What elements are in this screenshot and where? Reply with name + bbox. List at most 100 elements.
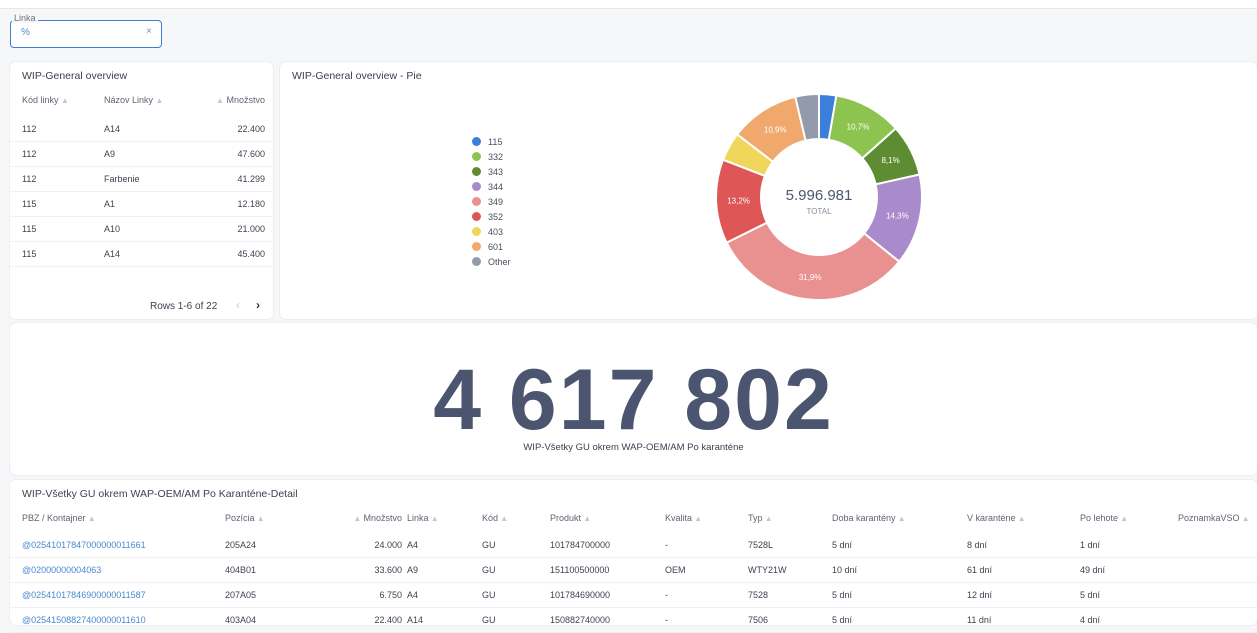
table-cell: 1 dní bbox=[1080, 540, 1101, 550]
overview-table-card: WIP-General overview Kód linky ▲ Názov L… bbox=[10, 62, 273, 319]
legend-dot bbox=[472, 197, 481, 206]
container-link[interactable]: @02541017847000000011661 bbox=[22, 540, 146, 550]
detail-column-header[interactable]: Kód ▲ bbox=[482, 513, 508, 523]
table-cell: A9 bbox=[104, 149, 116, 159]
legend-label: 343 bbox=[488, 166, 504, 177]
sort-icon: ▲ bbox=[61, 96, 69, 105]
legend-item[interactable]: 332 bbox=[472, 149, 511, 164]
sort-icon: ▲ bbox=[762, 514, 773, 523]
column-header-kod-linky[interactable]: Kód linky ▲ bbox=[22, 95, 69, 105]
legend-label: 349 bbox=[488, 196, 504, 207]
legend-label: 601 bbox=[488, 241, 504, 252]
detail-table-row[interactable]: @02541508827400000011610 403A04 22.400 A14 G… bbox=[10, 607, 1257, 633]
detail-column-header[interactable]: Pozícia ▲ bbox=[225, 513, 265, 523]
clear-icon[interactable]: × bbox=[146, 26, 152, 37]
container-link[interactable]: @02541508827400000011610 bbox=[22, 615, 146, 625]
legend-label: 352 bbox=[488, 211, 504, 222]
detail-table-row[interactable]: @02000000004063 404B01 33.600 A9 GU 151100500… bbox=[10, 557, 1257, 583]
container-link[interactable]: @02000000004063 bbox=[22, 565, 101, 575]
sort-icon: ▲ bbox=[581, 514, 592, 523]
detail-column-header[interactable]: PBZ / Kontajner ▲ bbox=[22, 513, 96, 523]
table-cell: 12 dní bbox=[967, 590, 993, 600]
table-cell: - bbox=[665, 615, 668, 625]
slice-label: 8,1% bbox=[881, 156, 899, 165]
table-cell: 205A24 bbox=[225, 540, 257, 550]
legend-item[interactable]: 352 bbox=[472, 209, 511, 224]
table-row[interactable]: 115 A1 12.180 bbox=[10, 191, 273, 217]
legend-dot bbox=[472, 182, 481, 191]
legend-label: 332 bbox=[488, 151, 504, 162]
legend-dot bbox=[472, 152, 481, 161]
legend-item[interactable]: 601 bbox=[472, 239, 511, 254]
detail-column-header[interactable]: Typ ▲ bbox=[748, 513, 773, 523]
detail-column-header[interactable]: Doba karantény ▲ bbox=[832, 513, 906, 523]
table-cell: GU bbox=[482, 615, 496, 625]
table-cell: 22.400 bbox=[374, 615, 402, 625]
legend-item[interactable]: 403 bbox=[472, 224, 511, 239]
table-cell: 115 bbox=[22, 199, 37, 209]
legend-item[interactable]: 343 bbox=[472, 164, 511, 179]
sort-icon: ▲ bbox=[254, 514, 265, 523]
column-header-mnozstvo[interactable]: ▲ Množstvo bbox=[216, 95, 265, 105]
detail-column-header[interactable]: Produkt ▲ bbox=[550, 513, 591, 523]
table-cell: - bbox=[665, 590, 668, 600]
table-cell: 10 dní bbox=[832, 565, 858, 575]
prev-page-button[interactable]: ‹ bbox=[236, 298, 240, 312]
table-cell: 101784700000 bbox=[550, 540, 611, 550]
sort-icon: ▲ bbox=[428, 514, 439, 523]
table-cell: 47.600 bbox=[237, 149, 265, 159]
table-cell: 115 bbox=[22, 249, 37, 259]
detail-column-header[interactable]: Po lehote ▲ bbox=[1080, 513, 1128, 523]
table-cell: - bbox=[665, 540, 668, 550]
table-cell: 207A05 bbox=[225, 590, 257, 600]
sort-icon: ▲ bbox=[155, 96, 164, 105]
table-cell: 7506 bbox=[748, 615, 769, 625]
table-row[interactable]: 112 A9 47.600 bbox=[10, 141, 273, 167]
table-cell: 150882740000 bbox=[550, 615, 611, 625]
legend-item[interactable]: Other bbox=[472, 254, 511, 269]
legend-item[interactable]: 344 bbox=[472, 179, 511, 194]
table-cell: 8 dní bbox=[967, 540, 988, 550]
table-row[interactable]: 115 A10 21.000 bbox=[10, 216, 273, 242]
slice-label: 10,7% bbox=[847, 123, 870, 132]
next-page-button[interactable]: › bbox=[256, 298, 260, 312]
detail-table-card: WIP-Všetky GU okrem WAP-OEM/AM Po Karant… bbox=[10, 480, 1257, 633]
table-cell: 5 dní bbox=[832, 590, 853, 600]
legend-item[interactable]: 349 bbox=[472, 194, 511, 209]
table-row[interactable]: 115 A14 45.400 bbox=[10, 241, 273, 267]
container-link[interactable]: @02541017846900000011587 bbox=[22, 590, 146, 600]
legend-label: 115 bbox=[488, 136, 503, 147]
detail-column-header[interactable]: Kvalita ▲ bbox=[665, 513, 702, 523]
pager-label: Rows 1-6 of 22 bbox=[150, 301, 218, 312]
donut-total-label: TOTAL bbox=[806, 207, 832, 216]
sort-icon: ▲ bbox=[498, 514, 509, 523]
detail-column-header[interactable]: Linka ▲ bbox=[407, 513, 439, 523]
detail-table-row[interactable]: @02541017847000000011661 205A24 24.000 A4 GU… bbox=[10, 532, 1257, 558]
table-cell: 6.750 bbox=[379, 590, 402, 600]
table-cell: A4 bbox=[407, 540, 419, 550]
table-cell: Farbenie bbox=[104, 174, 140, 184]
table-cell: 5 dní bbox=[832, 615, 853, 625]
pie-legend: 115 332 343 344 349 352 403 601 Other bbox=[472, 134, 511, 269]
detail-column-header[interactable]: ▲ Množstvo bbox=[353, 513, 402, 523]
legend-label: Other bbox=[488, 256, 511, 267]
table-cell: 22.400 bbox=[237, 124, 265, 134]
column-header-nazov-linky[interactable]: Názov Linky ▲ bbox=[104, 95, 163, 105]
slice-label: 31,9% bbox=[799, 273, 822, 282]
linka-filter-input[interactable]: % × bbox=[10, 20, 162, 48]
detail-column-header[interactable]: V karanténe ▲ bbox=[967, 513, 1026, 523]
legend-item[interactable]: 115 bbox=[472, 134, 511, 149]
table-cell: 151100500000 bbox=[550, 565, 610, 575]
big-number-card: 4 617 802 WIP-Všetky GU okrem WAP-OEM/AM… bbox=[10, 323, 1257, 475]
sort-icon: ▲ bbox=[1239, 514, 1250, 523]
top-bar bbox=[0, 0, 1257, 9]
legend-dot bbox=[472, 167, 481, 176]
table-cell: 12.180 bbox=[237, 199, 265, 209]
donut-chart: 10,7%8,1%14,3%31,9%13,2%10,9% 5.996.981 … bbox=[715, 92, 923, 301]
legend-dot bbox=[472, 212, 481, 221]
detail-column-header[interactable]: PoznamkaVSO ▲ bbox=[1178, 513, 1250, 523]
table-cell: 7528 bbox=[748, 590, 769, 600]
table-row[interactable]: 112 A14 22.400 bbox=[10, 116, 273, 142]
detail-table-row[interactable]: @02541017846900000011587 207A05 6.750 A4 GU 1… bbox=[10, 582, 1257, 608]
table-row[interactable]: 112 Farbenie 41.299 bbox=[10, 166, 273, 192]
